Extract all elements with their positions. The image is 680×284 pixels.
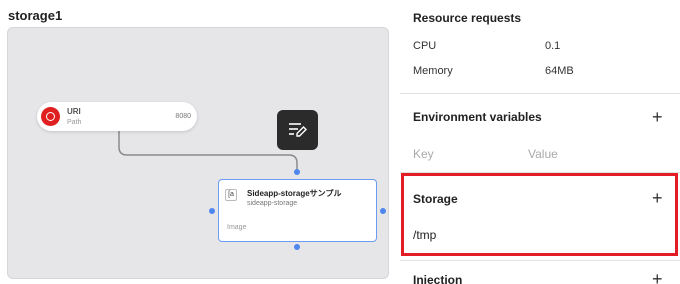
section-divider <box>400 93 680 94</box>
container-image-icon: [a <box>225 189 237 201</box>
app-node-left-port[interactable] <box>209 208 215 214</box>
app-node-right-port[interactable] <box>380 208 386 214</box>
app-root: storage1 URI Path 8080 [a Sideapp-storag… <box>0 0 680 284</box>
app-node-name: Sideapp-storageサンプル <box>247 189 342 198</box>
storage-highlight-box <box>401 173 678 256</box>
uri-node[interactable]: URI Path 8080 <box>37 102 197 131</box>
cpu-value: 0.1 <box>545 40 561 52</box>
app-node-type: Image <box>227 224 247 231</box>
add-environment-variable-button[interactable]: + <box>652 108 663 126</box>
uri-node-port: 8080 <box>175 113 191 120</box>
section-divider <box>400 260 680 261</box>
resource-requests-title: Resource requests <box>413 11 522 25</box>
add-injection-button[interactable]: + <box>652 270 663 284</box>
env-key-input[interactable]: Key <box>413 147 434 161</box>
app-node[interactable]: [a Sideapp-storageサンプル sideapp-storage I… <box>218 179 377 242</box>
cpu-label: CPU <box>413 40 437 52</box>
uri-icon <box>41 107 60 126</box>
memory-label: Memory <box>413 65 453 77</box>
app-node-subtitle: sideapp-storage <box>247 200 298 207</box>
canvas-title: storage1 <box>8 8 63 23</box>
uri-node-name: URI <box>67 107 81 116</box>
app-node-bottom-port[interactable] <box>294 244 300 250</box>
memory-value: 64MB <box>545 65 574 77</box>
env-value-input[interactable]: Value <box>528 147 558 161</box>
edit-notes-icon <box>289 123 307 137</box>
uri-node-path: Path <box>67 119 82 126</box>
edit-button[interactable] <box>277 110 318 150</box>
injection-title: Injection <box>413 273 463 284</box>
app-node-top-port[interactable] <box>294 169 300 175</box>
environment-variables-title: Environment variables <box>413 110 542 124</box>
